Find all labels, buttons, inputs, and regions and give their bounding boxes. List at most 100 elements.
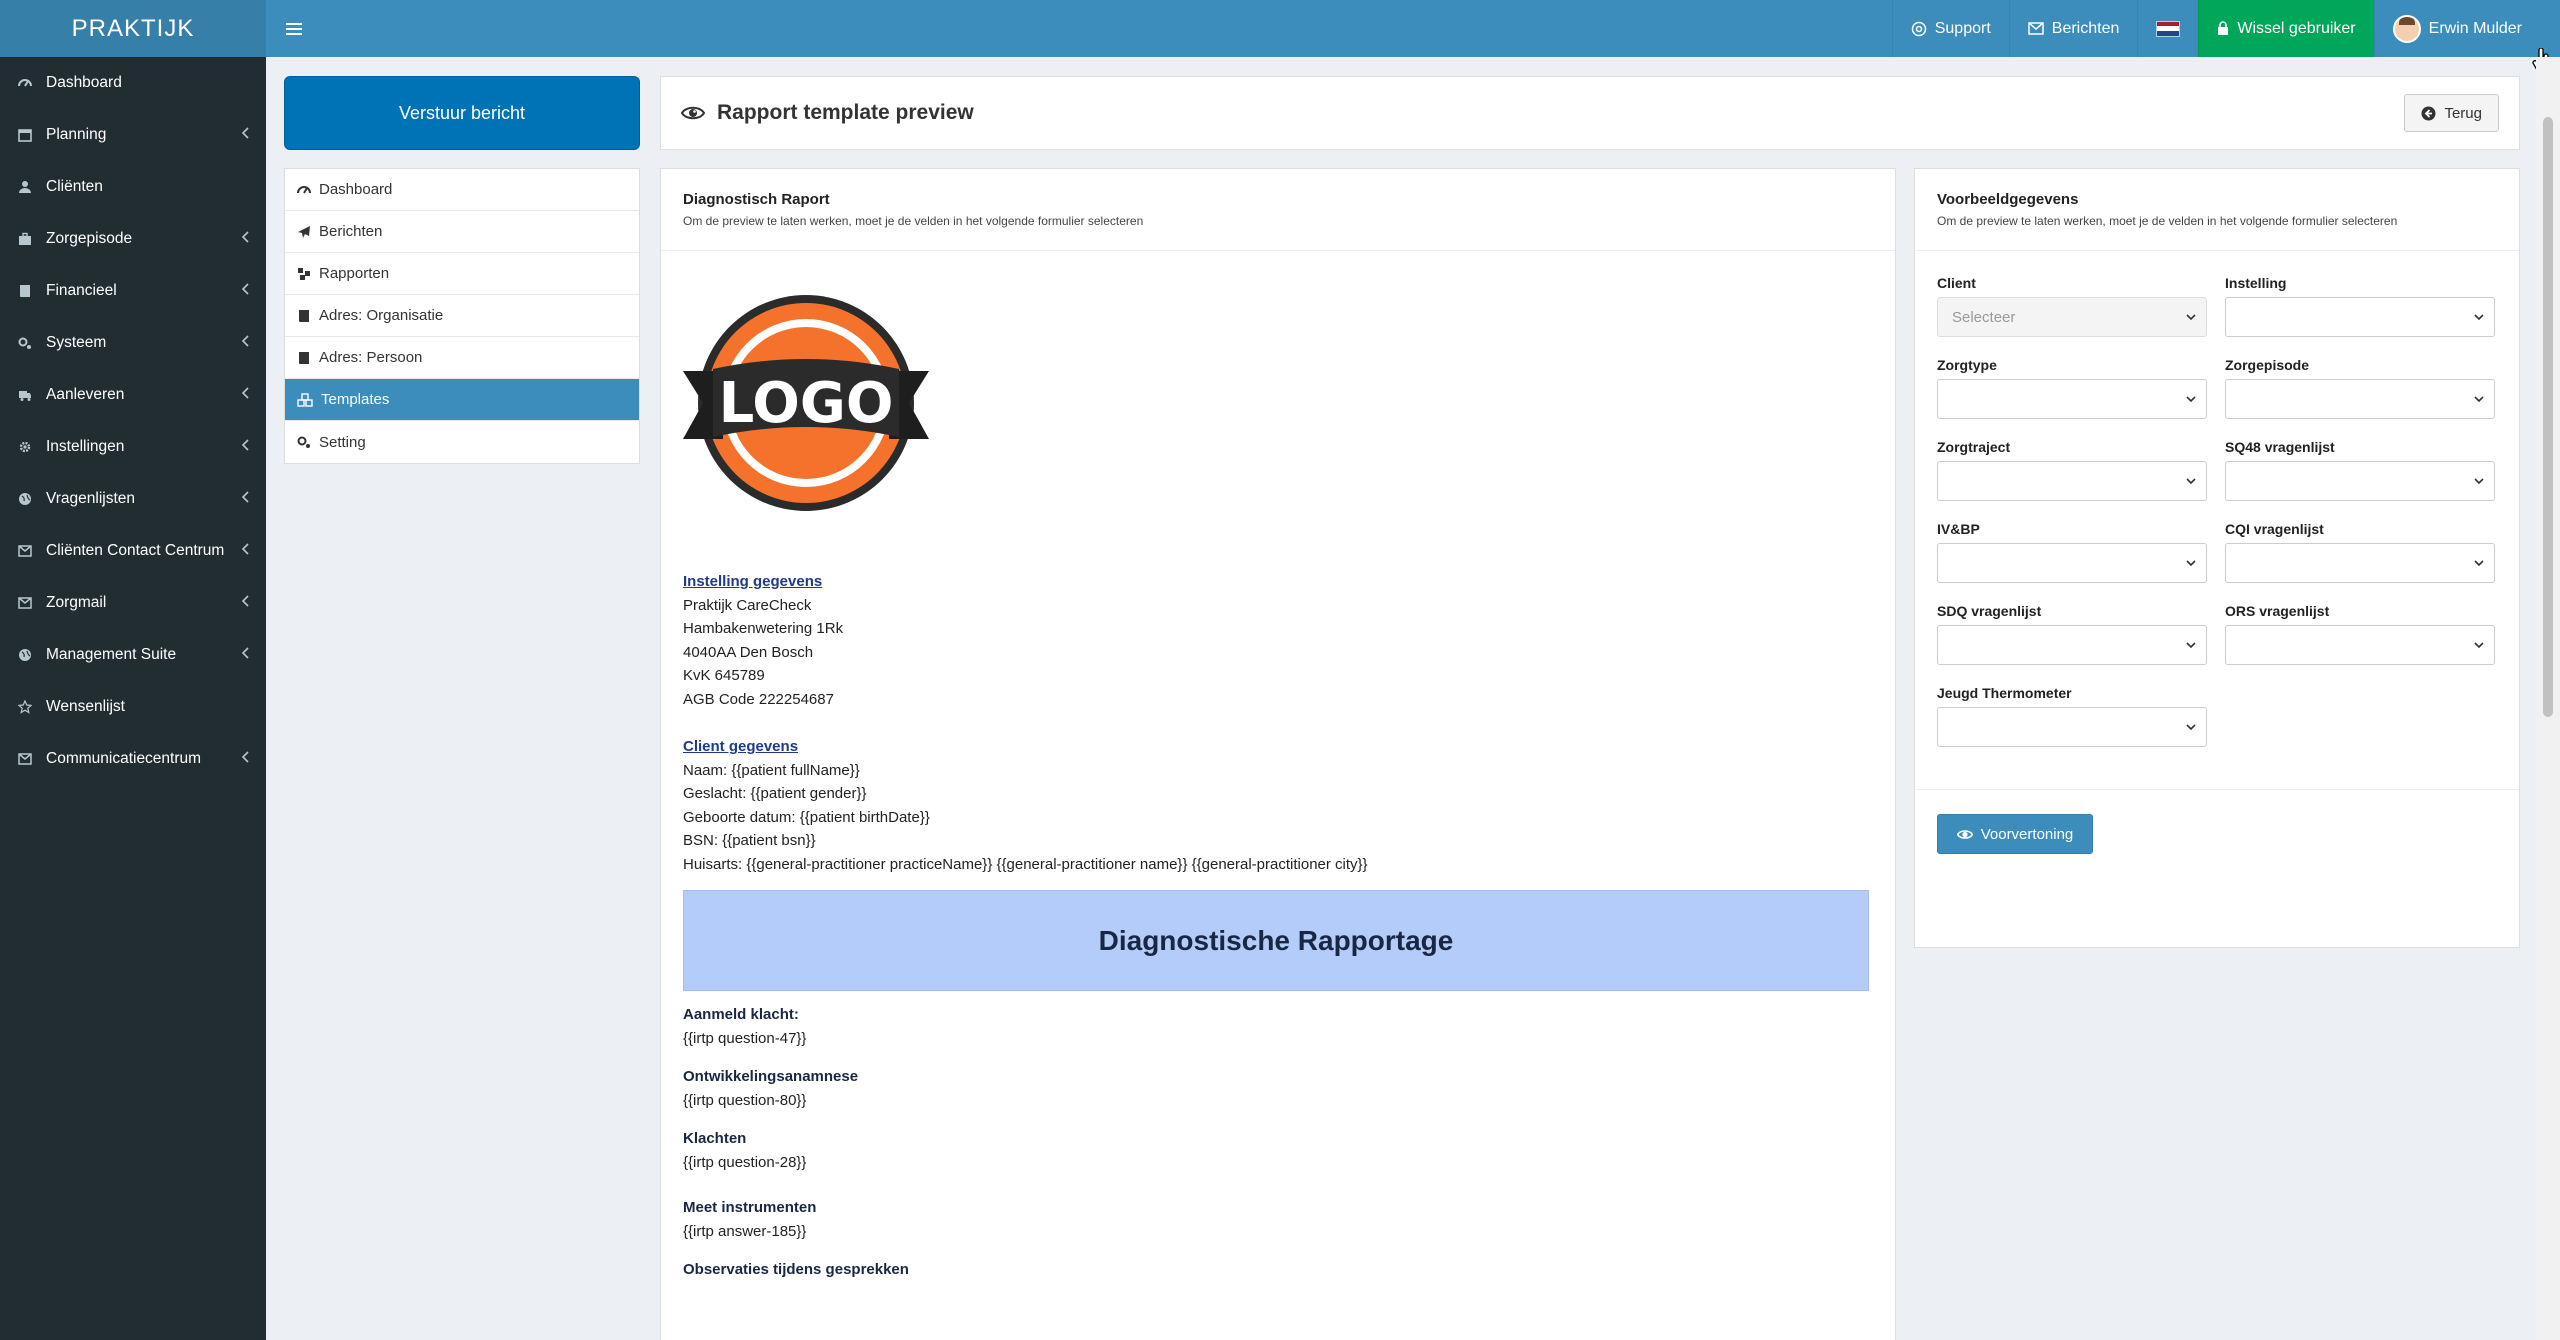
- jeugd-thermometer-select[interactable]: [1937, 707, 2207, 747]
- iv-bp-select[interactable]: [1937, 543, 2207, 583]
- instelling-select[interactable]: [2225, 297, 2495, 337]
- scrollbar-thumb[interactable]: [2543, 117, 2553, 717]
- sidebar-item-communicatiecentrum[interactable]: Communicatiecentrum: [0, 733, 266, 785]
- field-ors-vragenlijst: ORS vragenlijst: [2225, 603, 2495, 685]
- menu-item-dashboard[interactable]: Dashboard: [285, 169, 639, 211]
- field-label: Client: [1937, 275, 1976, 291]
- chevron-down-icon: [2186, 560, 2196, 566]
- report-preview-panel: Diagnostisch Raport Om de preview te lat…: [660, 168, 1896, 1340]
- chevron-down-icon: [2474, 560, 2484, 566]
- sidebar-item-label: Zorgepisode: [46, 230, 133, 247]
- envelope-icon: [18, 753, 40, 765]
- field-zorgtraject: Zorgtraject: [1937, 439, 2207, 521]
- envelope-icon: [18, 545, 40, 557]
- chevron-left-icon: [241, 438, 250, 456]
- eye-icon: [1956, 829, 1973, 840]
- page-header: Rapport template preview Terug: [660, 76, 2520, 150]
- instelling-details: Praktijk CareCheck Hambakenwetering 1Rk 40…: [683, 594, 1873, 712]
- instelling-line: AGB Code 222254687: [683, 690, 834, 708]
- cogs-icon: [297, 435, 311, 449]
- client-heading[interactable]: Client gegevens: [683, 735, 1873, 759]
- page-title: Rapport template preview: [717, 101, 974, 124]
- calendar-icon: [18, 128, 40, 142]
- chevron-left-icon: [241, 542, 250, 560]
- sidebar-toggle-button[interactable]: [266, 0, 322, 57]
- sidebar-item-zorgmail[interactable]: Zorgmail: [0, 577, 266, 629]
- field-client: Client Selecteer: [1937, 275, 2207, 357]
- chevron-down-icon: [2474, 642, 2484, 648]
- ors-vragenlijst-select[interactable]: [2225, 625, 2495, 665]
- language-selector[interactable]: [2137, 0, 2198, 57]
- book-icon: [18, 284, 40, 298]
- instelling-heading[interactable]: Instelling gegevens: [683, 570, 1873, 594]
- sidebar-item-dashboard[interactable]: Dashboard: [0, 57, 266, 109]
- field-label: Instelling: [2225, 275, 2287, 291]
- zorgtype-select[interactable]: [1937, 379, 2207, 419]
- menu-item-rapporten[interactable]: Rapporten: [285, 253, 639, 295]
- envelope-icon: [18, 597, 40, 609]
- sidebar: Dashboard Planning Cliënten Zorgepisode Fina…: [0, 57, 266, 1340]
- sdq-vragenlijst-select[interactable]: [1937, 625, 2207, 665]
- chevron-left-icon: [241, 594, 250, 612]
- sq48-vragenlijst-select[interactable]: [2225, 461, 2495, 501]
- instelling-line: Praktijk CareCheck: [683, 596, 812, 614]
- paper-plane-icon: [297, 225, 311, 239]
- preview-button[interactable]: Voorvertoning: [1937, 814, 2093, 854]
- brand-logo[interactable]: PRAKTIJK: [0, 0, 266, 57]
- messages-link[interactable]: Berichten: [2008, 0, 2138, 57]
- support-label: Support: [1934, 19, 1991, 37]
- eye-icon: [681, 105, 705, 121]
- menu-item-adres-organisatie[interactable]: Adres: Organisatie: [285, 295, 639, 337]
- sidebar-item-label: Cliënten Contact Centrum: [46, 542, 225, 559]
- back-button[interactable]: Terug: [2404, 94, 2499, 132]
- switch-user-button[interactable]: Wissel gebruiker: [2198, 0, 2374, 57]
- sidebar-item-planning[interactable]: Planning: [0, 109, 266, 161]
- sidebar-item-systeem[interactable]: Systeem: [0, 317, 266, 369]
- zorgtraject-select[interactable]: [1937, 461, 2207, 501]
- report-banner: Diagnostische Rapportage: [683, 890, 1869, 991]
- cqi-vragenlijst-select[interactable]: [2225, 543, 2495, 583]
- question-placeholder: {{irtp question-80}}: [683, 1091, 807, 1109]
- sidebar-item-zorgepisode[interactable]: Zorgepisode: [0, 213, 266, 265]
- sidebar-item-financieel[interactable]: Financieel: [0, 265, 266, 317]
- page-scrollbar[interactable]: [2536, 57, 2560, 1340]
- field-zorgepisode: Zorgepisode: [2225, 357, 2495, 439]
- chevron-down-icon: [2474, 314, 2484, 320]
- sidebar-item-wensenlijst[interactable]: Wensenlijst: [0, 681, 266, 733]
- menu-item-setting[interactable]: Setting: [285, 421, 639, 463]
- sidebar-item-clienten-contact-centrum[interactable]: Cliënten Contact Centrum: [0, 525, 266, 577]
- question-title: Observaties tijdens gesprekken: [683, 1261, 909, 1278]
- sidebar-item-management-suite[interactable]: Management Suite: [0, 629, 266, 681]
- zorgepisode-select[interactable]: [2225, 379, 2495, 419]
- sidebar-item-aanleveren[interactable]: Aanleveren: [0, 369, 266, 421]
- star-icon: [18, 700, 40, 714]
- field-zorgtype: Zorgtype: [1937, 357, 2207, 439]
- book-icon: [297, 351, 311, 365]
- sidebar-item-label: Financieel: [46, 282, 117, 299]
- client-select[interactable]: Selecteer: [1937, 297, 2207, 337]
- sidebar-item-instellingen[interactable]: Instellingen: [0, 421, 266, 473]
- field-label: ORS vragenlijst: [2225, 603, 2330, 619]
- question-title: Aanmeld klacht:: [683, 1006, 799, 1023]
- send-message-button[interactable]: Verstuur bericht: [284, 76, 640, 150]
- menu-item-templates[interactable]: Templates: [285, 379, 639, 421]
- chevron-left-icon: [241, 334, 250, 352]
- menu-item-berichten[interactable]: Berichten: [285, 211, 639, 253]
- menu-item-adres-persoon[interactable]: Adres: Persoon: [285, 337, 639, 379]
- logo-image: LOGO: [683, 291, 929, 516]
- instelling-line: Hambakenwetering 1Rk: [683, 620, 844, 637]
- logo-text: LOGO: [719, 371, 894, 436]
- chevron-down-icon: [2474, 396, 2484, 402]
- field-jeugd-thermometer: Jeugd Thermometer: [1937, 685, 2207, 767]
- client-line: Huisarts: {{general-practitioner practic…: [683, 855, 1368, 873]
- question-title: Ontwikkelingsanamnese: [683, 1068, 859, 1085]
- support-link[interactable]: Support: [1891, 0, 2009, 57]
- sidebar-item-clienten[interactable]: Cliënten: [0, 161, 266, 213]
- sidebar-item-label: Vragenlijsten: [46, 490, 136, 507]
- sidebar-item-label: Communicatiecentrum: [46, 750, 202, 767]
- menu-item-label: Adres: Organisatie: [319, 307, 444, 324]
- instelling-line: 4040AA Den Bosch: [683, 643, 814, 661]
- user-name: Erwin Mulder: [2428, 19, 2522, 37]
- sidebar-item-vragenlijsten[interactable]: Vragenlijsten: [0, 473, 266, 525]
- chevron-down-icon: [2186, 642, 2196, 648]
